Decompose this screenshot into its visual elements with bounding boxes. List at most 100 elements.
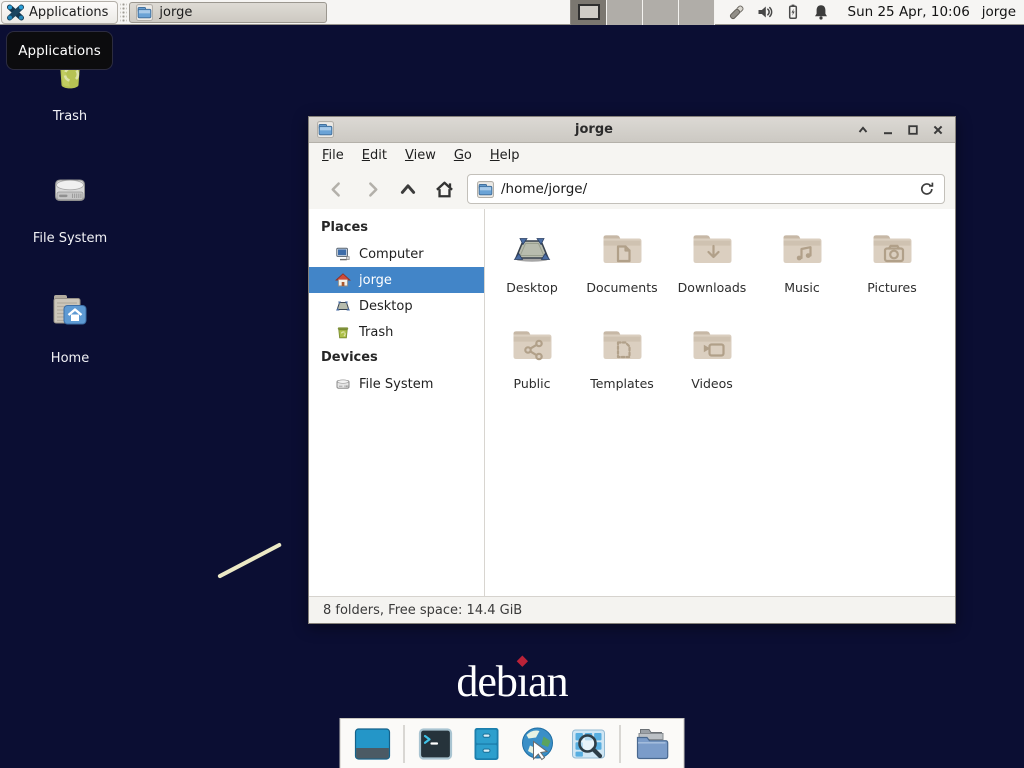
taskbar-window-label: jorge [159,5,192,20]
sidebar-item-jorge[interactable]: jorge [309,267,484,293]
workspace-3[interactable] [643,0,679,25]
sidebar-item-label: File System [359,377,433,392]
folder-music[interactable]: Music [757,219,847,315]
volume-icon[interactable] [756,3,774,21]
shade-icon [857,124,869,136]
forward-button[interactable] [357,175,387,203]
folder-public[interactable]: Public [487,315,577,411]
document-folder-icon [598,225,646,273]
logo-letter-i: ı [517,657,528,706]
folder-documents[interactable]: Documents [577,219,667,315]
sidebar-item-file-system[interactable]: File System [309,371,484,397]
system-tray [715,3,840,22]
menubar: FileEditViewGoHelp [309,143,955,169]
folder-desktop[interactable]: Desktop [487,219,577,315]
sidebar-item-label: Computer [359,247,424,262]
dock-item-web-browser[interactable] [518,724,558,764]
folder-label: Pictures [867,280,917,295]
shade-button[interactable] [854,121,872,139]
workspace-4[interactable] [679,0,715,25]
desktop-icon-file-system[interactable]: File System [25,166,115,246]
workspace-1[interactable] [571,0,607,25]
input-device-icon[interactable] [727,3,746,22]
desktop: Applications jorge Sun 25 Apr, 10:06 jor… [0,0,1024,768]
path-bar[interactable]: /home/jorge/ [467,174,945,204]
status-text: 8 folders, Free space: 14.4 GiB [323,603,522,618]
panel-handle[interactable] [120,3,127,22]
desktop-special-folder-icon [508,225,556,273]
folder-label: Desktop [506,280,558,295]
back-icon [328,181,345,198]
close-button[interactable] [929,121,947,139]
status-bar: 8 folders, Free space: 14.4 GiB [309,596,955,623]
path-text: /home/jorge/ [501,181,912,197]
refresh-icon[interactable] [919,181,935,197]
top-panel: Applications jorge Sun 25 Apr, 10:06 jor… [0,0,1024,25]
menu-edit[interactable]: Edit [353,144,396,168]
folder-templates[interactable]: Templates [577,315,667,411]
logo-text-pre: deb [456,657,517,706]
directory-menu-icon [632,724,672,764]
battery-charging-icon[interactable] [784,3,802,21]
computer-small-icon [335,246,351,262]
path-folder-icon [477,181,494,198]
share-folder-icon [508,321,556,369]
dock-item-terminal[interactable] [416,724,456,764]
desktop-icon-home[interactable]: Home [25,286,115,366]
sidebar-item-trash[interactable]: Trash [309,319,484,345]
desktop-icon-label: File System [25,231,115,246]
applications-menu-button[interactable]: Applications [1,1,118,24]
maximize-icon [907,124,919,136]
desktop-icon-label: Home [25,351,115,366]
home-small-icon [335,272,351,288]
folder-label: Downloads [678,280,747,295]
dock-item-directory-menu[interactable] [632,724,672,764]
workspace-switcher [570,0,715,25]
xfce-applications-icon [7,4,24,21]
desktop-icon-label: Trash [25,109,115,124]
sidebar-item-desktop[interactable]: Desktop [309,293,484,319]
menu-view[interactable]: View [396,144,445,168]
file-manager-window: jorge FileEditViewGoHelp /home/jorge/ Pl… [308,116,956,624]
dock-item-app-finder[interactable] [569,724,609,764]
sidebar-item-label: Trash [359,325,393,340]
folder-icon [136,4,153,21]
workspace-2[interactable] [607,0,643,25]
menu-help[interactable]: Help [481,144,529,168]
minimize-button[interactable] [879,121,897,139]
titlebar[interactable]: jorge [309,117,955,143]
app-finder-icon [569,724,609,764]
notifications-icon[interactable] [812,3,830,21]
window-title: jorge [334,122,854,137]
dock-separator [404,725,405,763]
folder-label: Documents [586,280,657,295]
folder-pictures[interactable]: Pictures [847,219,937,315]
sidebar-item-computer[interactable]: Computer [309,241,484,267]
folder-grid: Desktop Documents Downloads Music Pictur… [485,209,955,596]
drive-large-icon [46,166,94,214]
user-actions-button[interactable]: jorge [978,4,1024,20]
music-folder-icon [778,225,826,273]
dock-item-show-desktop[interactable] [353,724,393,764]
taskbar-window-button[interactable]: jorge [129,2,327,23]
window-controls [854,121,947,139]
maximize-button[interactable] [904,121,922,139]
trash-small-icon [335,324,351,340]
up-button[interactable] [393,175,423,203]
cursor-trail-artifact [217,542,282,578]
menu-go[interactable]: Go [445,144,481,168]
file-manager-icon [467,724,507,764]
back-button[interactable] [321,175,351,203]
dock-item-file-manager[interactable] [467,724,507,764]
home-button[interactable] [429,175,459,203]
folder-videos[interactable]: Videos [667,315,757,411]
home-icon [435,180,454,199]
template-folder-icon [598,321,646,369]
clock[interactable]: Sun 25 Apr, 10:06 [840,4,978,20]
nav-buttons [321,175,459,203]
dock [340,718,685,768]
menu-file[interactable]: File [313,144,353,168]
folder-label: Music [784,280,820,295]
logo-text-post: an [528,657,568,706]
folder-downloads[interactable]: Downloads [667,219,757,315]
